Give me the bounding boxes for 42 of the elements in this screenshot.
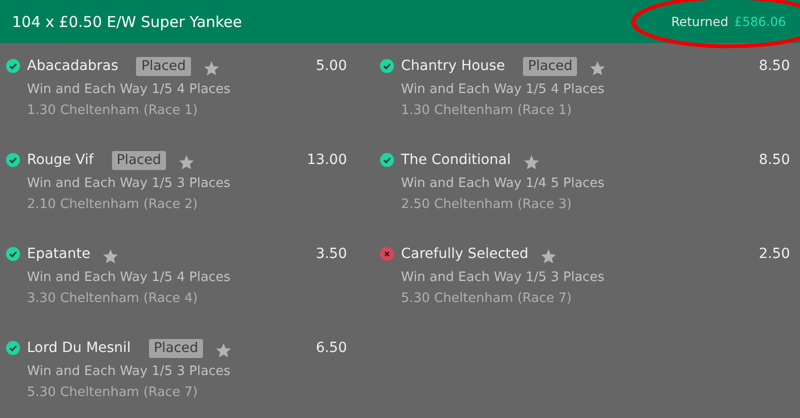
market-text: Win and Each Way 1/5 4 Places — [27, 81, 232, 99]
odds: 5.00 — [316, 58, 347, 74]
selection-name: Rouge Vif — [27, 152, 94, 168]
placed-badge: Placed — [112, 150, 166, 170]
market-text: Win and Each Way 1/5 4 Places — [401, 81, 606, 99]
market-text: Win and Each Way 1/5 3 Places — [27, 363, 232, 381]
star-icon[interactable] — [522, 154, 540, 170]
returned-label: Returned — [671, 14, 728, 29]
odds: 3.50 — [316, 246, 347, 262]
bet-title: 104 x £0.50 E/W Super Yankee — [12, 12, 242, 30]
selection-name: Chantry House — [401, 58, 505, 74]
event-text: 1.30 Cheltenham (Race 1) — [401, 102, 573, 120]
odds: 13.00 — [306, 152, 347, 168]
star-icon[interactable] — [202, 60, 220, 76]
star-icon[interactable] — [102, 248, 120, 264]
placed-badge: Placed — [522, 56, 578, 76]
star-icon[interactable] — [215, 342, 232, 358]
placed-badge: Placed — [148, 338, 204, 358]
star-icon[interactable] — [178, 154, 196, 170]
returned-amount: £586.06 — [734, 14, 786, 29]
selection-name: Epatante — [27, 246, 90, 262]
selection-name: Abacadabras — [27, 58, 118, 74]
selection-name: Lord Du Mesnil — [27, 340, 131, 356]
odds: 2.50 — [758, 246, 790, 262]
market-text: Win and Each Way 1/5 3 Places — [27, 175, 232, 193]
market-text: Win and Each Way 1/5 4 Places — [27, 269, 232, 287]
star-icon[interactable] — [540, 248, 558, 264]
star-icon[interactable] — [589, 60, 606, 76]
event-text: 5.30 Cheltenham (Race 7) — [27, 384, 199, 402]
odds: 6.50 — [316, 340, 347, 356]
selection-name: Carefully Selected — [401, 246, 528, 262]
selection-name: The Conditional — [401, 152, 511, 168]
market-text: Win and Each Way 1/4 5 Places — [401, 175, 606, 193]
event-text: 1.30 Cheltenham (Race 1) — [27, 102, 199, 120]
event-text: 2.10 Cheltenham (Race 2) — [27, 196, 199, 214]
odds: 8.50 — [758, 58, 790, 74]
event-text: 2.50 Cheltenham (Race 3) — [401, 196, 573, 214]
odds: 8.50 — [758, 152, 790, 168]
market-text: Win and Each Way 1/5 3 Places — [401, 269, 606, 287]
event-text: 5.30 Cheltenham (Race 7) — [401, 290, 573, 308]
placed-badge: Placed — [136, 56, 191, 76]
event-text: 3.30 Cheltenham (Race 4) — [27, 290, 199, 308]
